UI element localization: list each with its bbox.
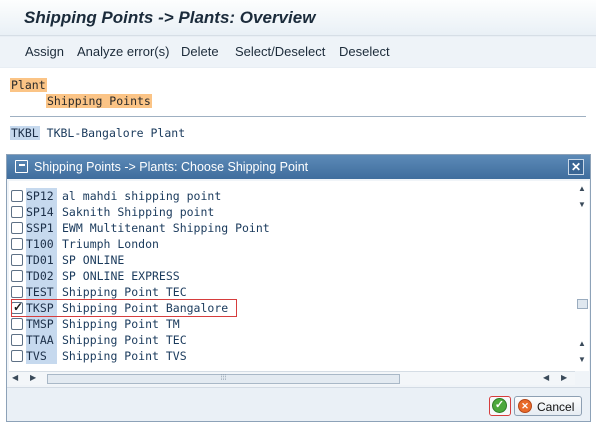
scroll-right-icon[interactable]: ▶ <box>561 373 567 382</box>
header-divider <box>10 116 586 117</box>
checkbox[interactable] <box>11 206 23 218</box>
checkbox[interactable] <box>11 222 23 234</box>
shipping-point-description: Triumph London <box>62 237 159 251</box>
cancel-button[interactable]: ✕ Cancel <box>514 396 582 416</box>
plant-code: TKBL <box>10 126 40 140</box>
shipping-point-description: Shipping Point TVS <box>62 349 187 363</box>
list-item[interactable]: TMSP Shipping Point TM <box>9 316 569 332</box>
scroll-up-icon[interactable]: ▲ <box>578 339 586 348</box>
underlying-screen-edge <box>0 422 596 427</box>
checkbox[interactable] <box>11 318 23 330</box>
scroll-left-icon[interactable]: ◀ <box>12 373 18 382</box>
list-item[interactable]: T100 Triumph London <box>9 236 569 252</box>
shipping-point-code: TD01 <box>26 252 57 268</box>
shipping-point-code: TD02 <box>26 268 57 284</box>
shipping-point-description: EWM Multitenant Shipping Point <box>62 221 270 235</box>
list-item[interactable]: TVS Shipping Point TVS <box>9 348 569 364</box>
header-plant: Plant <box>10 78 47 92</box>
assign-button[interactable]: Assign <box>25 44 64 59</box>
list-item[interactable]: TD01 SP ONLINE <box>9 252 569 268</box>
checkbox[interactable] <box>11 286 23 298</box>
checkbox[interactable] <box>11 334 23 346</box>
checkbox[interactable] <box>11 238 23 250</box>
header-plant-label: Plant <box>10 78 47 92</box>
dialog-footer: ✓ ✕ Cancel <box>7 387 590 421</box>
dialog-window-icon <box>15 160 28 173</box>
checkbox[interactable] <box>11 254 23 266</box>
vertical-scrollbar[interactable]: ▲ ▼ ▲ ▼ <box>575 181 589 371</box>
cancel-icon: ✕ <box>518 399 532 413</box>
shipping-point-description: SP ONLINE EXPRESS <box>62 269 180 283</box>
shipping-point-code: TEST <box>26 284 57 300</box>
list-item[interactable]: TTAA Shipping Point TEC <box>9 332 569 348</box>
scroll-down-icon[interactable]: ▼ <box>578 355 586 364</box>
shipping-point-description: Shipping Point TEC <box>62 285 187 299</box>
delete-button[interactable]: Delete <box>181 44 219 59</box>
checkbox[interactable] <box>11 270 23 282</box>
scroll-up-icon[interactable]: ▲ <box>578 184 586 193</box>
list-item[interactable]: TD02 SP ONLINE EXPRESS <box>9 268 569 284</box>
shipping-point-code: TVS <box>26 348 57 364</box>
shipping-point-code: TMSP <box>26 316 57 332</box>
shipping-point-description: Shipping Point TEC <box>62 333 187 347</box>
continue-button[interactable]: ✓ <box>489 396 511 416</box>
list-item[interactable]: SP14 Saknith Shipping point <box>9 204 569 220</box>
shipping-point-code: SP12 <box>26 188 57 204</box>
shipping-point-description: Saknith Shipping point <box>62 205 215 219</box>
scroll-right-icon[interactable]: ▶ <box>30 373 36 382</box>
dialog-title-bar: Shipping Points -> Plants: Choose Shippi… <box>7 155 590 179</box>
checkmark-icon: ✓ <box>492 398 507 413</box>
scroll-down-icon[interactable]: ▼ <box>578 200 586 209</box>
shipping-point-code: T100 <box>26 236 57 252</box>
deselect-button[interactable]: Deselect <box>339 44 390 59</box>
list-item[interactable]: TEST Shipping Point TEC <box>9 284 569 300</box>
horizontal-scrollbar[interactable]: ◀ ▶ ⁞⁞⁞ ◀ ▶ <box>9 371 575 385</box>
cancel-button-label: Cancel <box>537 400 575 414</box>
shipping-point-description: Shipping Point TM <box>62 317 180 331</box>
shipping-point-code: SSP1 <box>26 220 57 236</box>
checkbox[interactable] <box>11 350 23 362</box>
plant-row[interactable]: TKBL TKBL-Bangalore Plant <box>10 126 185 140</box>
selection-highlight-box <box>11 299 237 317</box>
shipping-point-description: al mahdi shipping point <box>62 189 222 203</box>
close-icon[interactable]: ✕ <box>568 159 584 175</box>
application-toolbar: Assign Analyze error(s) Delete Select/De… <box>0 37 596 67</box>
checkbox[interactable] <box>11 190 23 202</box>
list-item[interactable]: SP12 al mahdi shipping point <box>9 188 569 204</box>
window-title: Shipping Points -> Plants: Overview <box>24 8 316 27</box>
shipping-point-code: TTAA <box>26 332 57 348</box>
list-item[interactable]: SSP1 EWM Multitenant Shipping Point <box>9 220 569 236</box>
horizontal-scroll-thumb[interactable]: ⁞⁞⁞ <box>47 374 400 384</box>
vertical-scroll-thumb[interactable] <box>577 299 588 309</box>
header-shipping-points-label: Shipping Points <box>46 94 152 108</box>
select-deselect-button[interactable]: Select/Deselect <box>235 44 325 59</box>
header-shipping-points: Shipping Points <box>46 94 152 108</box>
shipping-point-description: SP ONLINE <box>62 253 125 267</box>
plant-description: TKBL-Bangalore Plant <box>46 126 186 140</box>
shipping-point-code: SP14 <box>26 204 57 220</box>
choose-shipping-point-dialog: Shipping Points -> Plants: Choose Shippi… <box>6 154 591 422</box>
scroll-left-icon[interactable]: ◀ <box>543 373 549 382</box>
window-title-bar: Shipping Points -> Plants: Overview <box>0 0 596 36</box>
dialog-title: Shipping Points -> Plants: Choose Shippi… <box>34 160 309 174</box>
shipping-point-list: SP12 al mahdi shipping point SP14 Saknit… <box>9 181 575 371</box>
analyze-errors-button[interactable]: Analyze error(s) <box>77 44 169 59</box>
